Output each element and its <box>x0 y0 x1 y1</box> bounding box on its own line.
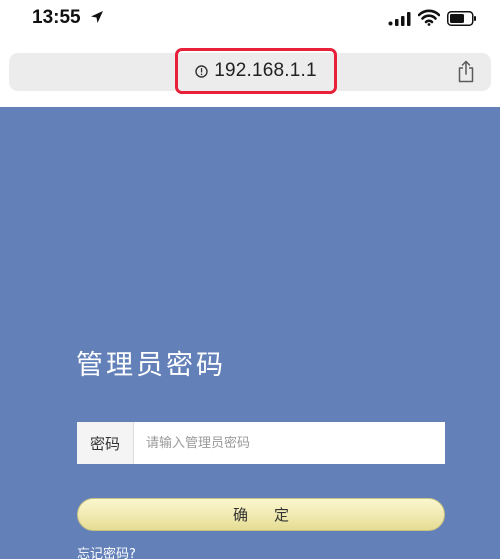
page-title: 管理员密码 <box>76 350 226 381</box>
status-time: 13:55 <box>32 7 81 28</box>
location-arrow-icon <box>91 11 103 23</box>
forgot-password-link[interactable]: 忘记密码? <box>77 543 136 559</box>
password-label: 密码 <box>77 422 134 464</box>
password-row: 密码 <box>77 422 445 464</box>
share-icon[interactable] <box>457 60 475 83</box>
info-icon <box>195 64 208 78</box>
battery-icon <box>447 11 476 26</box>
confirm-button[interactable]: 确定 <box>77 498 445 531</box>
router-login-page: 管理员密码 密码 确定 忘记密码? <box>0 107 500 559</box>
password-input[interactable] <box>134 422 445 464</box>
status-bar: 13:55 <box>0 0 500 40</box>
wifi-icon <box>418 9 440 26</box>
url-text: 192.168.1.1 <box>214 60 317 81</box>
signal-icon <box>388 12 411 26</box>
url-field[interactable]: 192.168.1.1 <box>175 48 337 94</box>
